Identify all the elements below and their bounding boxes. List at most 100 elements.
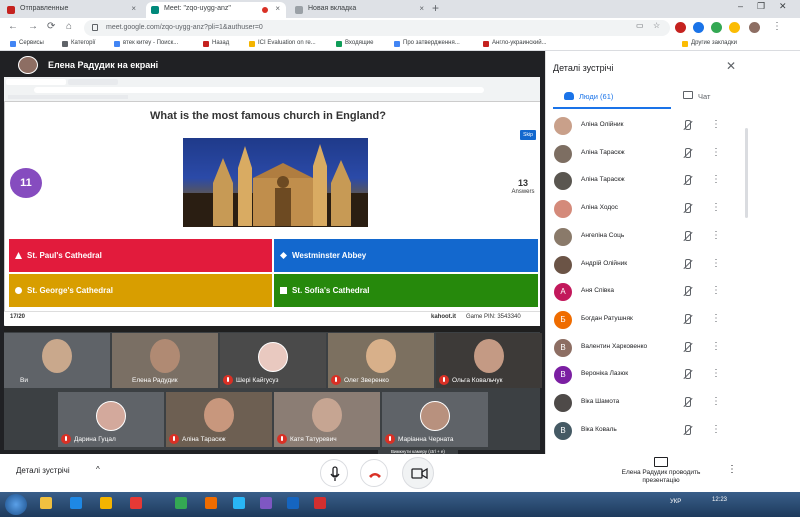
bookmark-item[interactable]: втек китеу - Поиск...: [114, 40, 178, 47]
present-screen-icon[interactable]: [654, 457, 668, 467]
skip-button[interactable]: Skip: [520, 130, 536, 140]
more-options-icon[interactable]: ⋮: [727, 464, 737, 475]
bookmark-star-icon[interactable]: ☆: [653, 21, 660, 30]
close-tab-icon[interactable]: ×: [275, 4, 280, 13]
participant-name: Олег Зверенко: [344, 377, 389, 384]
more-options-icon[interactable]: ⋮: [711, 396, 721, 407]
tab-new[interactable]: Новая вкладка ×: [290, 2, 430, 18]
participant-avatar: Б: [554, 310, 572, 329]
bookmark-item[interactable]: Про затвердження...: [394, 40, 460, 47]
more-options-icon[interactable]: ⋮: [711, 174, 721, 185]
more-options-icon[interactable]: ⋮: [711, 285, 721, 296]
extension-icon[interactable]: [711, 22, 722, 33]
bookmark-item[interactable]: Англо-украинский...: [483, 40, 547, 47]
participant-row[interactable]: Аліна Олійник ⋮: [545, 114, 790, 141]
tab-chat[interactable]: Чат: [672, 87, 790, 109]
profile-avatar[interactable]: [749, 22, 760, 33]
hang-up-button[interactable]: [360, 459, 388, 487]
more-options-icon[interactable]: ⋮: [711, 230, 721, 241]
participant-row[interactable]: В Валентин Харковенко ⋮: [545, 336, 790, 363]
tab-gmail[interactable]: Отправленные ×: [2, 2, 142, 18]
close-panel-icon[interactable]: ✕: [726, 59, 736, 73]
participant-row[interactable]: Аліна Ходос ⋮: [545, 197, 790, 224]
participant-tile[interactable]: Дарина Гуцал: [58, 392, 164, 447]
close-tab-icon[interactable]: ×: [419, 4, 424, 13]
explorer-icon[interactable]: [40, 497, 52, 509]
more-options-icon[interactable]: ⋮: [711, 258, 721, 269]
participant-avatar: [420, 401, 450, 431]
camera-indicator-icon[interactable]: ▭: [636, 21, 644, 30]
extension-icon[interactable]: [693, 22, 704, 33]
participant-row[interactable]: В Вероніка Лазюк ⋮: [545, 363, 790, 390]
participant-tile[interactable]: Ольга Ковальчук: [436, 333, 542, 388]
extension-icon[interactable]: [729, 22, 740, 33]
url-input[interactable]: meet.google.com/zqo-uygg-anz?pli=1&authu…: [84, 20, 670, 36]
participant-tile[interactable]: Шері Кайгусуз: [220, 333, 326, 388]
bookmark-item[interactable]: ICI Evaluation on re...: [249, 40, 316, 47]
bookmark-item[interactable]: Сервисы: [10, 40, 44, 47]
more-options-icon[interactable]: ⋮: [711, 368, 721, 379]
keyboard-language[interactable]: УКР: [670, 499, 681, 505]
home-icon[interactable]: ⌂: [66, 21, 72, 32]
close-tab-icon[interactable]: ×: [131, 4, 136, 13]
more-options-icon[interactable]: ⋮: [711, 341, 721, 352]
participant-row[interactable]: Ангеліна Соць ⋮: [545, 225, 790, 252]
muted-mic-icon: [682, 313, 692, 326]
bookmark-item[interactable]: Входящие: [336, 40, 373, 47]
chevron-up-icon[interactable]: ^: [96, 465, 100, 474]
microphone-button[interactable]: [320, 459, 348, 487]
adblock-icon[interactable]: [675, 22, 686, 33]
answer-option-4[interactable]: St. Sofia's Cathedral: [274, 274, 538, 307]
camera-button[interactable]: [402, 457, 434, 489]
new-tab-button[interactable]: +: [432, 1, 439, 15]
start-button[interactable]: [5, 494, 27, 515]
more-options-icon[interactable]: ⋮: [711, 147, 721, 158]
answer-option-3[interactable]: St. George's Cathedral: [9, 274, 272, 307]
close-window-icon[interactable]: ✕: [779, 1, 787, 12]
bookmark-item[interactable]: Назад: [203, 40, 229, 47]
reload-icon[interactable]: ⟳: [47, 21, 55, 32]
participant-tile[interactable]: Ви: [4, 333, 110, 388]
media-icon[interactable]: [130, 497, 142, 509]
more-options-icon[interactable]: ⋮: [711, 202, 721, 213]
folder-icon[interactable]: [100, 497, 112, 509]
maximize-icon[interactable]: ❐: [757, 1, 765, 12]
minimize-icon[interactable]: –: [738, 1, 743, 11]
tab-people[interactable]: Люди (61): [553, 87, 671, 109]
pdf-icon[interactable]: [314, 497, 326, 509]
browser-menu-icon[interactable]: ⋮: [772, 21, 782, 32]
participant-row[interactable]: Б Богдан Ратушняк ⋮: [545, 308, 790, 335]
forward-icon[interactable]: →: [28, 21, 38, 32]
participant-row[interactable]: Віка Шамота ⋮: [545, 391, 790, 418]
more-options-icon[interactable]: ⋮: [711, 424, 721, 435]
ie-icon[interactable]: [70, 497, 82, 509]
participant-row[interactable]: Аліна Тараскж ⋮: [545, 169, 790, 196]
participant-name: Аліна Олійник: [581, 121, 624, 128]
more-options-icon[interactable]: ⋮: [711, 313, 721, 324]
app-icon[interactable]: [205, 497, 217, 509]
clock: 12:23: [712, 497, 728, 503]
participant-tile[interactable]: Олег Зверенко: [328, 333, 434, 388]
participant-tile[interactable]: Аліна Тараскж: [166, 392, 272, 447]
participant-row[interactable]: В Віка Коваль ⋮: [545, 419, 790, 446]
bookmark-item[interactable]: Категорії: [62, 40, 95, 47]
word-icon[interactable]: [287, 497, 299, 509]
viber-icon[interactable]: [260, 497, 272, 509]
participant-row[interactable]: Андрій Олійник ⋮: [545, 253, 790, 280]
answer-option-2[interactable]: Westminster Abbey: [274, 239, 538, 272]
participant-row[interactable]: Аліна Тараскж ⋮: [545, 142, 790, 169]
participant-tile[interactable]: Маріанна Черната: [382, 392, 488, 447]
back-icon[interactable]: ←: [8, 21, 18, 32]
participant-row[interactable]: А Аня Співка ⋮: [545, 280, 790, 307]
tab-meet[interactable]: Meet: "zqo-uygg-anz" ×: [146, 2, 286, 18]
scrollbar[interactable]: [745, 128, 748, 218]
participant-tile[interactable]: Катя Татуревич: [274, 392, 380, 447]
more-options-icon[interactable]: ⋮: [711, 119, 721, 130]
chrome-icon[interactable]: [175, 497, 187, 509]
participant-name: Дарина Гуцал: [74, 436, 116, 443]
participant-tile[interactable]: Елена Радудик: [112, 333, 218, 388]
answer-option-1[interactable]: St. Paul's Cathedral: [9, 239, 272, 272]
meeting-details-button[interactable]: Деталі зустрічі: [16, 466, 70, 475]
skype-icon[interactable]: [233, 497, 245, 509]
other-bookmarks[interactable]: Другие закладки: [682, 40, 737, 47]
